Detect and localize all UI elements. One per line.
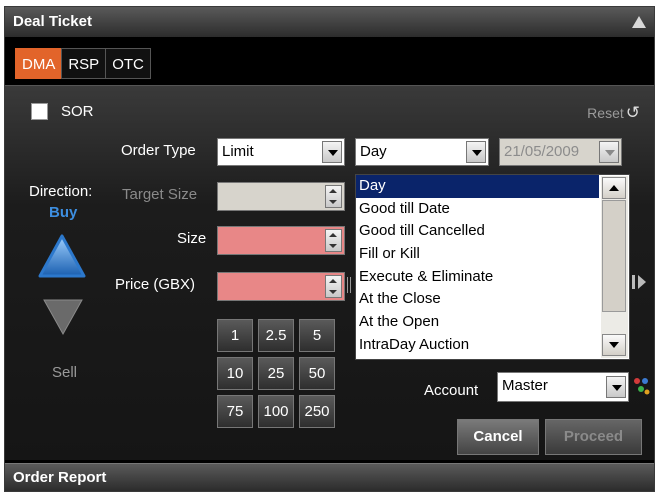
dropdown-scrollbar[interactable] bbox=[601, 176, 628, 358]
cancel-button[interactable]: Cancel bbox=[457, 419, 539, 455]
target-size-stepper bbox=[325, 185, 342, 208]
sell-arrow-icon[interactable] bbox=[41, 296, 85, 340]
validity-select[interactable]: Day bbox=[355, 138, 489, 166]
order-type-select[interactable]: Limit bbox=[217, 138, 345, 166]
deal-ticket-window: Deal Ticket DMA RSP OTC SOR Reset ↺ Order… bbox=[4, 6, 655, 492]
chevron-down-icon[interactable] bbox=[466, 141, 486, 163]
validity-option-execute-eliminate[interactable]: Execute & Eliminate bbox=[356, 266, 599, 289]
target-size-field bbox=[217, 182, 345, 211]
validity-option-good-till-date[interactable]: Good till Date bbox=[356, 198, 599, 221]
scroll-down-icon[interactable] bbox=[602, 334, 626, 356]
step-right-icon[interactable] bbox=[631, 272, 647, 292]
size-label: Size bbox=[177, 230, 207, 247]
quick-size-button[interactable]: 25 bbox=[258, 357, 294, 390]
reset-button[interactable]: Reset ↺ bbox=[587, 103, 640, 123]
validity-option-at-the-close[interactable]: At the Close bbox=[356, 288, 599, 311]
chevron-down-icon bbox=[599, 141, 619, 163]
account-label: Account bbox=[424, 382, 479, 399]
tab-otc[interactable]: OTC bbox=[105, 48, 151, 79]
refresh-icon: ↺ bbox=[625, 103, 640, 122]
account-value: Master bbox=[502, 377, 548, 394]
sell-label: Sell bbox=[52, 364, 78, 381]
accounts-icon[interactable] bbox=[631, 374, 651, 398]
ticket-tabs: DMA RSP OTC bbox=[15, 48, 151, 79]
quick-size-button[interactable]: 50 bbox=[299, 357, 335, 390]
order-type-label: Order Type bbox=[121, 142, 196, 159]
price-label: Price (GBX) bbox=[115, 276, 196, 293]
order-type-value: Limit bbox=[222, 143, 254, 160]
tab-rsp[interactable]: RSP bbox=[61, 48, 107, 79]
validity-option-intraday-auction[interactable]: IntraDay Auction bbox=[356, 334, 599, 357]
quick-size-button[interactable]: 100 bbox=[258, 395, 294, 428]
quick-size-button[interactable]: 10 bbox=[217, 357, 253, 390]
chevron-down-icon[interactable] bbox=[322, 141, 342, 163]
sor-label: SOR bbox=[61, 103, 94, 120]
price-stepper[interactable] bbox=[325, 275, 342, 298]
date-select: 21/05/2009 bbox=[499, 138, 622, 166]
sor-checkbox[interactable] bbox=[31, 103, 48, 120]
quick-size-button[interactable]: 1 bbox=[217, 319, 253, 352]
collapse-arrow-icon[interactable] bbox=[632, 16, 646, 28]
scroll-thumb[interactable] bbox=[602, 200, 626, 312]
quick-size-button[interactable]: 5 bbox=[299, 319, 335, 352]
validity-option-at-the-open[interactable]: At the Open bbox=[356, 311, 599, 334]
validity-option-good-till-cancelled[interactable]: Good till Cancelled bbox=[356, 220, 599, 243]
order-panel: SOR Reset ↺ Order Type Limit Day 21/05/20… bbox=[5, 85, 654, 460]
validity-value: Day bbox=[360, 143, 387, 160]
order-report-title: Order Report bbox=[13, 469, 107, 486]
quick-size-button[interactable]: 75 bbox=[217, 395, 253, 428]
tab-dma[interactable]: DMA bbox=[15, 48, 63, 79]
validity-dropdown-list[interactable]: Day Good till Date Good till Cancelled F… bbox=[355, 174, 630, 360]
window-title: Deal Ticket bbox=[13, 13, 92, 30]
reset-label: Reset bbox=[587, 105, 624, 121]
quick-size-grid: 1 2.5 5 10 25 50 75 100 250 bbox=[217, 319, 337, 428]
quick-size-button[interactable]: 250 bbox=[299, 395, 335, 428]
quick-size-button[interactable]: 2.5 bbox=[258, 319, 294, 352]
account-select[interactable]: Master bbox=[497, 372, 629, 402]
price-field[interactable] bbox=[217, 272, 345, 301]
direction-label: Direction: bbox=[29, 183, 93, 200]
validity-option-fill-or-kill[interactable]: Fill or Kill bbox=[356, 243, 599, 266]
buy-arrow-icon[interactable] bbox=[37, 232, 87, 282]
target-size-label: Target Size bbox=[122, 186, 198, 203]
size-stepper[interactable] bbox=[325, 229, 342, 252]
title-bar: Deal Ticket bbox=[5, 7, 654, 37]
scroll-up-icon[interactable] bbox=[602, 177, 626, 199]
validity-option-day[interactable]: Day bbox=[356, 175, 599, 198]
date-value: 21/05/2009 bbox=[504, 143, 580, 160]
price-grip-icon bbox=[347, 277, 351, 293]
order-report-bar[interactable]: Order Report bbox=[5, 463, 654, 491]
chevron-down-icon[interactable] bbox=[606, 376, 626, 398]
direction-current: Buy bbox=[49, 204, 78, 221]
size-field[interactable] bbox=[217, 226, 345, 255]
proceed-button: Proceed bbox=[545, 419, 642, 455]
